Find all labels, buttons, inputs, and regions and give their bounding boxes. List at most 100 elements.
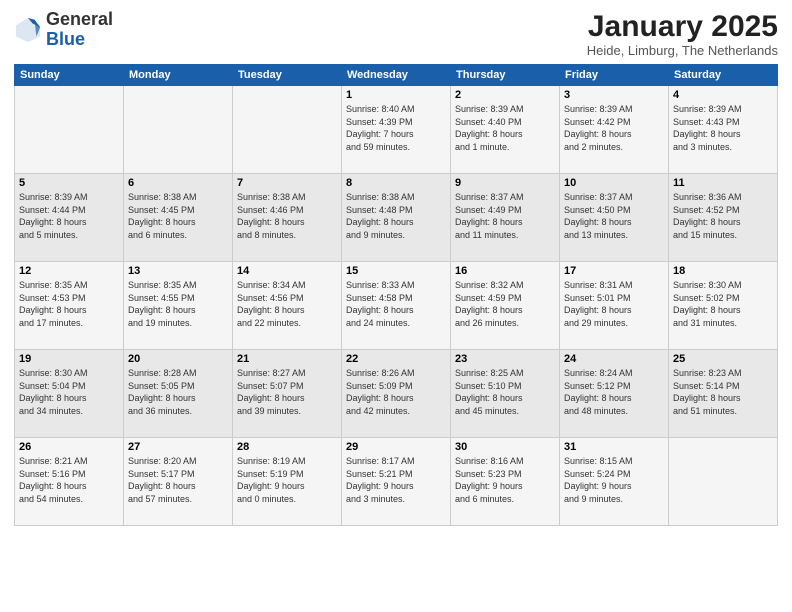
day-cell: 24 Sunrise: 8:24 AM Sunset: 5:12 PM Dayli… — [560, 350, 669, 438]
header-friday: Friday — [560, 65, 669, 86]
day-cell — [124, 86, 233, 174]
header-wednesday: Wednesday — [342, 65, 451, 86]
week-row-1: 5 Sunrise: 8:39 AM Sunset: 4:44 PM Daylig… — [15, 174, 778, 262]
header-sunday: Sunday — [15, 65, 124, 86]
day-info: Sunrise: 8:32 AM Sunset: 4:59 PM Dayligh… — [455, 279, 555, 329]
day-info: Sunrise: 8:24 AM Sunset: 5:12 PM Dayligh… — [564, 367, 664, 417]
week-row-3: 19 Sunrise: 8:30 AM Sunset: 5:04 PM Dayli… — [15, 350, 778, 438]
day-cell: 26 Sunrise: 8:21 AM Sunset: 5:16 PM Dayli… — [15, 438, 124, 526]
day-number: 18 — [673, 265, 773, 277]
day-cell: 30 Sunrise: 8:16 AM Sunset: 5:23 PM Dayli… — [451, 438, 560, 526]
day-cell: 6Sunrise: 8:38 AM Sunset: 4:45 PM Daylig… — [124, 174, 233, 262]
day-info: Sunrise: 8:25 AM Sunset: 5:10 PM Dayligh… — [455, 367, 555, 417]
day-info: Sunrise: 8:21 AM Sunset: 5:16 PM Dayligh… — [19, 455, 119, 505]
day-cell: 29 Sunrise: 8:17 AM Sunset: 5:21 PM Dayli… — [342, 438, 451, 526]
day-cell: 7 Sunrise: 8:38 AM Sunset: 4:46 PM Daylig… — [233, 174, 342, 262]
header-saturday: Saturday — [669, 65, 778, 86]
day-number: 15 — [346, 265, 446, 277]
day-info: Sunrise: 8:30 AM Sunset: 5:04 PM Dayligh… — [19, 367, 119, 417]
day-info: Sunrise: 8:38 AM Sunset: 4:46 PM Dayligh… — [237, 191, 337, 241]
day-number: 1 — [346, 89, 446, 101]
day-cell: 8 Sunrise: 8:38 AM Sunset: 4:48 PM Daylig… — [342, 174, 451, 262]
day-number: 25 — [673, 353, 773, 365]
day-cell: 15 Sunrise: 8:33 AM Sunset: 4:58 PM Dayli… — [342, 262, 451, 350]
day-cell: 5 Sunrise: 8:39 AM Sunset: 4:44 PM Daylig… — [15, 174, 124, 262]
day-number: 14 — [237, 265, 337, 277]
day-info: Sunrise: 8:39 AM Sunset: 4:43 PM Dayligh… — [673, 103, 773, 153]
logo-general: General — [46, 9, 113, 29]
day-cell: 31 Sunrise: 8:15 AM Sunset: 5:24 PM Dayli… — [560, 438, 669, 526]
day-number: 21 — [237, 353, 337, 365]
header: General Blue January 2025 Heide, Limburg… — [14, 10, 778, 58]
day-info: Sunrise: 8:15 AM Sunset: 5:24 PM Dayligh… — [564, 455, 664, 505]
day-info: Sunrise: 8:26 AM Sunset: 5:09 PM Dayligh… — [346, 367, 446, 417]
day-info: Sunrise: 8:23 AM Sunset: 5:14 PM Dayligh… — [673, 367, 773, 417]
day-cell: 14 Sunrise: 8:34 AM Sunset: 4:56 PM Dayli… — [233, 262, 342, 350]
day-number: 8 — [346, 177, 446, 189]
day-number: 13 — [128, 265, 228, 277]
day-info: Sunrise: 8:36 AM Sunset: 4:52 PM Dayligh… — [673, 191, 773, 241]
day-cell: 28Sunrise: 8:19 AM Sunset: 5:19 PM Dayli… — [233, 438, 342, 526]
day-info: Sunrise: 8:35 AM Sunset: 4:53 PM Dayligh… — [19, 279, 119, 329]
day-cell: 2Sunrise: 8:39 AM Sunset: 4:40 PM Daylig… — [451, 86, 560, 174]
day-cell — [233, 86, 342, 174]
logo-icon — [14, 16, 42, 44]
day-info: Sunrise: 8:39 AM Sunset: 4:44 PM Dayligh… — [19, 191, 119, 241]
calendar-container: General Blue January 2025 Heide, Limburg… — [0, 0, 792, 612]
day-cell: 20 Sunrise: 8:28 AM Sunset: 5:05 PM Dayli… — [124, 350, 233, 438]
day-number: 20 — [128, 353, 228, 365]
day-number: 23 — [455, 353, 555, 365]
day-cell: 11Sunrise: 8:36 AM Sunset: 4:52 PM Dayli… — [669, 174, 778, 262]
day-cell — [15, 86, 124, 174]
day-number: 30 — [455, 441, 555, 453]
day-number: 26 — [19, 441, 119, 453]
header-tuesday: Tuesday — [233, 65, 342, 86]
day-number: 16 — [455, 265, 555, 277]
calendar-body: 1 Sunrise: 8:40 AM Sunset: 4:39 PM Daylig… — [15, 86, 778, 526]
day-cell: 4 Sunrise: 8:39 AM Sunset: 4:43 PM Daylig… — [669, 86, 778, 174]
week-row-4: 26 Sunrise: 8:21 AM Sunset: 5:16 PM Dayli… — [15, 438, 778, 526]
location: Heide, Limburg, The Netherlands — [587, 43, 778, 58]
day-number: 22 — [346, 353, 446, 365]
week-row-2: 12Sunrise: 8:35 AM Sunset: 4:53 PM Dayli… — [15, 262, 778, 350]
day-info: Sunrise: 8:27 AM Sunset: 5:07 PM Dayligh… — [237, 367, 337, 417]
day-number: 24 — [564, 353, 664, 365]
header-monday: Monday — [124, 65, 233, 86]
day-info: Sunrise: 8:20 AM Sunset: 5:17 PM Dayligh… — [128, 455, 228, 505]
day-info: Sunrise: 8:38 AM Sunset: 4:45 PM Dayligh… — [128, 191, 228, 241]
week-row-0: 1 Sunrise: 8:40 AM Sunset: 4:39 PM Daylig… — [15, 86, 778, 174]
day-cell: 9Sunrise: 8:37 AM Sunset: 4:49 PM Daylig… — [451, 174, 560, 262]
day-info: Sunrise: 8:40 AM Sunset: 4:39 PM Dayligh… — [346, 103, 446, 153]
weekday-row: Sunday Monday Tuesday Wednesday Thursday… — [15, 65, 778, 86]
logo: General Blue — [14, 10, 113, 50]
day-cell: 18Sunrise: 8:30 AM Sunset: 5:02 PM Dayli… — [669, 262, 778, 350]
day-info: Sunrise: 8:33 AM Sunset: 4:58 PM Dayligh… — [346, 279, 446, 329]
header-thursday: Thursday — [451, 65, 560, 86]
day-number: 5 — [19, 177, 119, 189]
title-block: January 2025 Heide, Limburg, The Netherl… — [587, 10, 778, 58]
logo-text: General Blue — [46, 10, 113, 50]
day-number: 31 — [564, 441, 664, 453]
day-cell: 10Sunrise: 8:37 AM Sunset: 4:50 PM Dayli… — [560, 174, 669, 262]
day-number: 4 — [673, 89, 773, 101]
day-number: 19 — [19, 353, 119, 365]
day-number: 28 — [237, 441, 337, 453]
day-info: Sunrise: 8:31 AM Sunset: 5:01 PM Dayligh… — [564, 279, 664, 329]
day-info: Sunrise: 8:35 AM Sunset: 4:55 PM Dayligh… — [128, 279, 228, 329]
day-number: 7 — [237, 177, 337, 189]
logo-blue: Blue — [46, 29, 85, 49]
day-cell: 16 Sunrise: 8:32 AM Sunset: 4:59 PM Dayli… — [451, 262, 560, 350]
day-cell: 22 Sunrise: 8:26 AM Sunset: 5:09 PM Dayli… — [342, 350, 451, 438]
day-cell: 17 Sunrise: 8:31 AM Sunset: 5:01 PM Dayli… — [560, 262, 669, 350]
day-info: Sunrise: 8:37 AM Sunset: 4:49 PM Dayligh… — [455, 191, 555, 241]
day-number: 17 — [564, 265, 664, 277]
day-info: Sunrise: 8:17 AM Sunset: 5:21 PM Dayligh… — [346, 455, 446, 505]
day-number: 3 — [564, 89, 664, 101]
day-number: 29 — [346, 441, 446, 453]
calendar-table: Sunday Monday Tuesday Wednesday Thursday… — [14, 64, 778, 526]
day-info: Sunrise: 8:38 AM Sunset: 4:48 PM Dayligh… — [346, 191, 446, 241]
day-info: Sunrise: 8:34 AM Sunset: 4:56 PM Dayligh… — [237, 279, 337, 329]
day-info: Sunrise: 8:16 AM Sunset: 5:23 PM Dayligh… — [455, 455, 555, 505]
day-info: Sunrise: 8:28 AM Sunset: 5:05 PM Dayligh… — [128, 367, 228, 417]
day-cell — [669, 438, 778, 526]
